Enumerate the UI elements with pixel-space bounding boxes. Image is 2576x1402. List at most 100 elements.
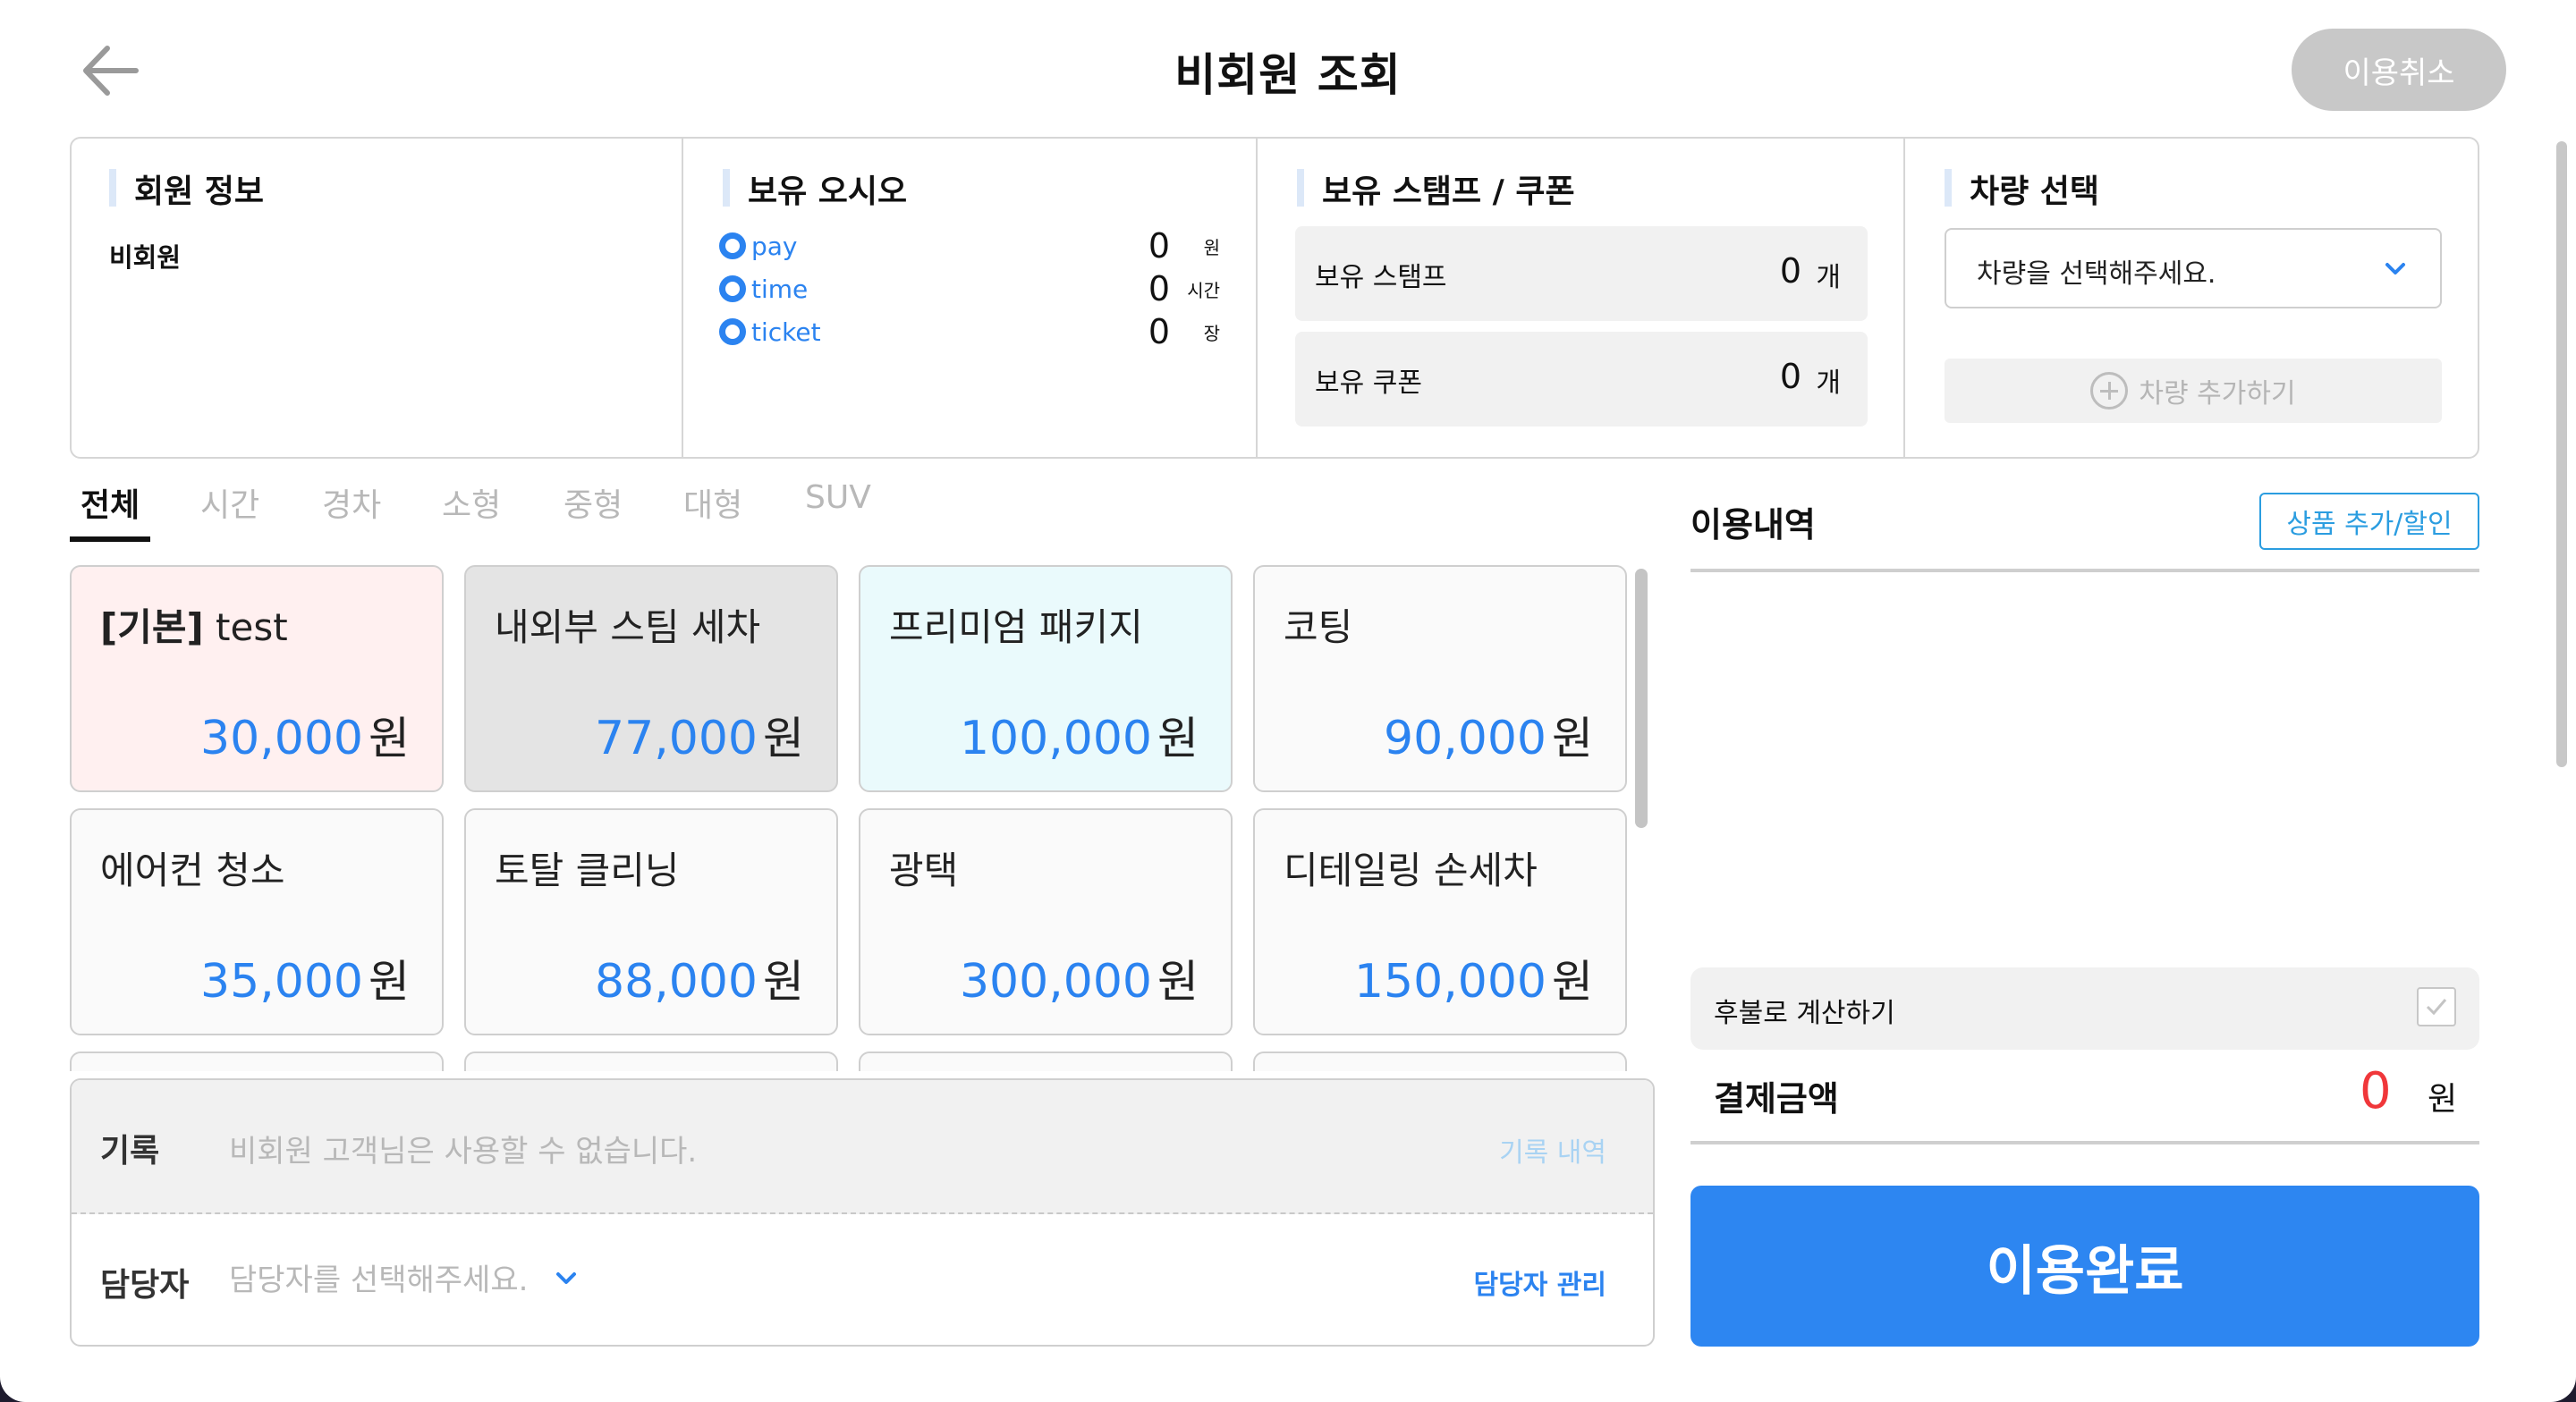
product-card[interactable]: 프리미엄 패키지 100,000 원 xyxy=(859,565,1233,792)
divider xyxy=(682,139,683,457)
oasis-time-row: time 0 시간 xyxy=(719,267,1220,310)
oasis-unit: 원 xyxy=(1203,236,1220,258)
record-history-link: 기록 내역 xyxy=(1499,1137,1606,1169)
product-name: 프리미엄 패키지 xyxy=(889,605,1143,649)
oasis-title: 보유 오시오 xyxy=(723,165,907,212)
product-price: 90,000 원 xyxy=(1384,712,1593,765)
product-price: 150,000 원 xyxy=(1353,955,1593,1009)
vehicle-select-value: 차량을 선택해주세요. xyxy=(1977,258,2216,290)
vehicle-title: 차량 선택 xyxy=(1945,165,2099,212)
product-grid-scrollbar[interactable] xyxy=(1635,569,1648,828)
stamp-value: 0 xyxy=(1779,251,1801,291)
product-card-partial[interactable] xyxy=(859,1052,1233,1071)
tab-compact[interactable]: 경차 xyxy=(322,479,381,526)
deferred-payment-checkbox[interactable] xyxy=(2417,987,2456,1026)
coupon-value: 0 xyxy=(1779,357,1801,396)
add-vehicle-label: 차량 추가하기 xyxy=(2139,378,2296,410)
product-name: 토탈 클리닝 xyxy=(495,849,680,892)
tab-all[interactable]: 전체 xyxy=(80,479,140,526)
product-price: 88,000 원 xyxy=(595,955,804,1009)
chevron-down-icon xyxy=(555,1267,578,1294)
product-price: 300,000 원 xyxy=(959,955,1199,1009)
divider xyxy=(1256,139,1258,457)
product-card[interactable]: 토탈 클리닝 88,000 원 xyxy=(464,808,838,1035)
manager-select[interactable]: 담당자를 선택해주세요. xyxy=(229,1255,578,1299)
oasis-unit: 장 xyxy=(1203,322,1220,344)
product-card[interactable]: 광택 300,000 원 xyxy=(859,808,1233,1035)
product-name: 에어컨 청소 xyxy=(100,849,285,892)
tab-midsize[interactable]: 중형 xyxy=(564,479,623,526)
product-name: 디테일링 손세차 xyxy=(1284,849,1538,892)
vehicle-select[interactable]: 차량을 선택해주세요. xyxy=(1945,228,2442,308)
total-amount-unit: 원 xyxy=(2428,1081,2458,1118)
oasis-o-icon xyxy=(719,275,746,302)
deferred-payment-row[interactable]: 후불로 계산하기 xyxy=(1690,967,2479,1050)
product-card-partial[interactable] xyxy=(70,1052,444,1071)
product-card[interactable]: 내외부 스팀 세차 77,000 원 xyxy=(464,565,838,792)
usage-history-title: 이용내역 xyxy=(1690,505,1816,545)
total-amount-value: 0 xyxy=(2360,1062,2392,1120)
oasis-unit: 시간 xyxy=(1187,279,1220,301)
app-window: 비회원 조회 이용취소 회원 정보 비회원 보유 오시오 pay 0 원 tim… xyxy=(0,0,2576,1402)
complete-usage-button[interactable]: 이용완료 xyxy=(1690,1186,2479,1347)
add-product-discount-button[interactable]: 상품 추가/할인 xyxy=(2259,493,2479,550)
coupon-box: 보유 쿠폰 0 개 xyxy=(1295,332,1868,427)
product-card[interactable]: 디테일링 손세차 150,000 원 xyxy=(1253,808,1627,1035)
plus-circle-icon xyxy=(2090,372,2129,410)
divider xyxy=(1903,139,1905,457)
manager-manage-link[interactable]: 담당자 관리 xyxy=(1474,1263,1606,1302)
oasis-value: 0 xyxy=(1148,226,1170,266)
record-row: 기록 비회원 고객님은 사용할 수 없습니다. 기록 내역 xyxy=(72,1080,1653,1214)
manager-label: 담당자 xyxy=(100,1267,190,1304)
manager-select-value: 담당자를 선택해주세요. xyxy=(229,1263,529,1298)
product-card[interactable]: 코팅 90,000 원 xyxy=(1253,565,1627,792)
oasis-o-icon xyxy=(719,232,746,259)
record-input: 비회원 고객님은 사용할 수 없습니다. xyxy=(229,1134,698,1170)
active-tab-indicator xyxy=(70,536,150,542)
product-name: 코팅 xyxy=(1284,605,1353,649)
product-price: 35,000 원 xyxy=(200,955,410,1009)
oasis-value: 0 xyxy=(1148,312,1170,351)
divider xyxy=(1690,1141,2479,1144)
oasis-pay-row: pay 0 원 xyxy=(719,224,1220,267)
oasis-value: 0 xyxy=(1148,269,1170,308)
oasis-label: time xyxy=(751,274,809,304)
product-card-partial[interactable] xyxy=(464,1052,838,1071)
product-name: 광택 xyxy=(889,849,959,892)
stamp-box: 보유 스탬프 0 개 xyxy=(1295,226,1868,321)
info-panel: 회원 정보 비회원 보유 오시오 pay 0 원 time 0 시간 ticke… xyxy=(70,137,2479,459)
product-price: 77,000 원 xyxy=(595,712,804,765)
record-label: 기록 xyxy=(100,1133,160,1170)
member-info-title: 회원 정보 xyxy=(109,165,264,212)
tab-small[interactable]: 소형 xyxy=(442,479,501,526)
deferred-payment-label: 후불로 계산하기 xyxy=(1714,998,1895,1029)
stamp-label: 보유 스탬프 xyxy=(1315,262,1447,293)
product-price: 30,000 원 xyxy=(200,712,410,765)
oasis-list: pay 0 원 time 0 시간 ticket 0 장 xyxy=(719,224,1220,353)
divider xyxy=(1690,569,2479,572)
product-card[interactable]: 에어컨 청소 35,000 원 xyxy=(70,808,444,1035)
oasis-o-icon xyxy=(719,318,746,345)
page-title: 비회원 조회 xyxy=(1174,49,1402,101)
product-name: [기본] test xyxy=(100,605,288,649)
cancel-usage-button[interactable]: 이용취소 xyxy=(2292,29,2506,111)
product-card[interactable]: [기본] test 30,000 원 xyxy=(70,565,444,792)
oasis-label: ticket xyxy=(751,317,821,347)
product-card-partial[interactable] xyxy=(1253,1052,1627,1071)
member-type: 비회원 xyxy=(109,242,182,273)
add-vehicle-button[interactable]: 차량 추가하기 xyxy=(1945,359,2442,423)
coupon-unit: 개 xyxy=(1816,367,1841,399)
record-manager-box: 기록 비회원 고객님은 사용할 수 없습니다. 기록 내역 담당자 담당자를 선… xyxy=(70,1078,1655,1347)
stamp-coupon-title: 보유 스탬프 / 쿠폰 xyxy=(1297,165,1575,212)
tab-suv[interactable]: SUV xyxy=(805,479,871,516)
page-scrollbar[interactable] xyxy=(2556,141,2567,767)
product-grid: [기본] test 30,000 원 내외부 스팀 세차 77,000 원 프리미엄… xyxy=(70,562,1631,1071)
oasis-label: pay xyxy=(751,231,798,261)
product-price: 100,000 원 xyxy=(959,712,1199,765)
product-name: 내외부 스팀 세차 xyxy=(495,605,761,649)
coupon-label: 보유 쿠폰 xyxy=(1315,367,1422,399)
total-amount-label: 결제금액 xyxy=(1714,1079,1839,1119)
oasis-ticket-row: ticket 0 장 xyxy=(719,310,1220,353)
tab-large[interactable]: 대형 xyxy=(683,479,742,526)
tab-time[interactable]: 시간 xyxy=(200,479,259,526)
